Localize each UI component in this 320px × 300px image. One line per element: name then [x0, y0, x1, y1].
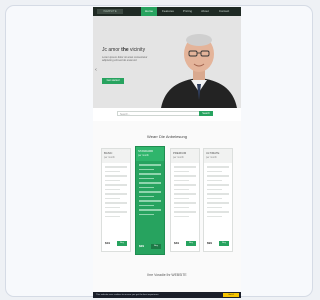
- plan-name: BASIC: [104, 151, 113, 155]
- plan-buy-button[interactable]: Buy: [219, 241, 229, 246]
- plan-card-ultimate: ULTIMATE per month $99 Buy: [203, 148, 233, 252]
- plan-amount: $29: [139, 244, 145, 248]
- plan-price-note: per month: [138, 154, 149, 157]
- plan-amount: $19: [105, 241, 111, 245]
- plan-buy-button[interactable]: Buy: [186, 241, 196, 246]
- hero-cta-button[interactable]: Get started: [102, 78, 124, 84]
- plan-amount: $99: [207, 241, 213, 245]
- cookie-accept-button[interactable]: Got it!: [223, 293, 239, 297]
- nav-item-contact[interactable]: Contact: [215, 7, 233, 16]
- plan-buy-button[interactable]: Buy: [151, 244, 161, 249]
- hero-slider: ‹ › Jc amor the vicinity Lorem ipsum dol…: [93, 16, 241, 108]
- plans-heading: Wearr Die Anbelesung: [147, 134, 187, 139]
- hero-subtitle: Lorem ipsum dolor sit amet consectetur a…: [102, 56, 148, 62]
- plan-name: PREMIUM: [173, 151, 187, 155]
- plan-price-note: per month: [173, 156, 184, 159]
- plan-price-note: per month: [206, 156, 217, 159]
- search-button[interactable]: Search: [199, 111, 213, 116]
- hero-portrait-image: [157, 24, 241, 108]
- brand-logo[interactable]: WEBSITE: [97, 9, 123, 14]
- features-heading: Ihre Voradie Ihr WEBSITE: [147, 273, 187, 277]
- nav-item-pricing[interactable]: Pricing: [179, 7, 196, 16]
- plan-card-basic: BASIC per month $19 Buy: [101, 148, 131, 252]
- top-navbar: WEBSITE Home Features Pricing About Cont…: [93, 7, 241, 16]
- website-screenshot: WEBSITE Home Features Pricing About Cont…: [93, 7, 241, 298]
- nav-item-features[interactable]: Features: [159, 7, 177, 16]
- plan-name: ULTIMATE: [206, 151, 220, 155]
- search-input[interactable]: Search...: [117, 111, 211, 116]
- slider-prev-icon[interactable]: ‹: [94, 67, 98, 74]
- plan-buy-button[interactable]: Buy: [117, 241, 127, 246]
- search-band: Search... Search: [93, 108, 241, 121]
- plan-price-note: per month: [104, 156, 115, 159]
- plan-header: PREMIUM per month: [171, 149, 199, 163]
- plan-header: ULTIMATE per month: [204, 149, 232, 163]
- cookie-banner: This website uses cookies to ensure you …: [93, 292, 241, 298]
- plan-name: STANDARD: [138, 149, 154, 153]
- plan-card-premium: PREMIUM per month $49 Buy: [170, 148, 200, 252]
- nav-item-about[interactable]: About: [197, 7, 213, 16]
- nav-item-home[interactable]: Home: [141, 7, 157, 16]
- plan-header: BASIC per month: [102, 149, 130, 163]
- hero-title: Jc amor the vicinity: [102, 47, 146, 53]
- cookie-text: This website uses cookies to ensure you …: [96, 294, 159, 296]
- plan-header: STANDARD per month: [136, 147, 164, 161]
- plan-card-standard: STANDARD per month $29 Buy: [135, 146, 165, 255]
- plan-amount: $49: [174, 241, 180, 245]
